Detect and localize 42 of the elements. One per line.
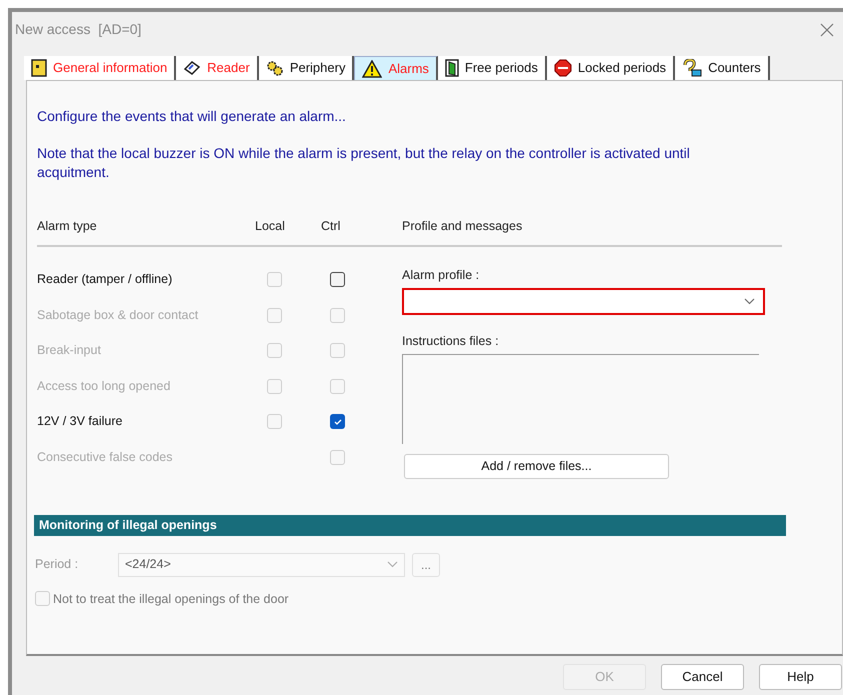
alarm-profile-dropdown[interactable] <box>402 288 765 315</box>
window-title: New access [AD=0] <box>15 20 142 39</box>
card-icon <box>183 59 202 77</box>
browse-button[interactable]: ... <box>412 552 440 576</box>
add-remove-files-button[interactable]: Add / remove files... <box>404 454 669 478</box>
column-header: Local <box>255 218 286 235</box>
alarm-type-label: Sabotage box & door contact <box>37 306 200 324</box>
gears-icon <box>266 59 284 77</box>
alarm-type-label: Access too long opened <box>37 378 172 395</box>
dialog-button[interactable]: Cancel <box>661 664 744 690</box>
dialog-button[interactable]: Help <box>759 664 842 690</box>
field-label: Period : <box>35 556 80 574</box>
note-text: Note that the local buzzer is ON while the alarm is present, but the relay on the controller is activated until acquitment. <box>37 144 691 182</box>
section-header: Monitoring of illegal openings <box>34 514 786 536</box>
field-label: Instructions files : <box>402 332 500 350</box>
intro-text: Configure the events that will generate an alarm... <box>37 107 347 126</box>
column-header: Alarm type <box>37 218 98 235</box>
tab[interactable]: Periphery <box>258 56 354 80</box>
field-label: Alarm profile : <box>402 267 480 284</box>
tab[interactable]: General information <box>24 56 176 80</box>
alarm-type-label: Reader (tamper / offline) <box>37 271 174 288</box>
tab[interactable]: Locked periods <box>546 56 676 80</box>
alarm-type-label: Break-input <box>37 342 102 360</box>
checkbox[interactable] <box>330 414 345 430</box>
counter-icon <box>682 59 702 77</box>
chevron-down-icon <box>744 298 755 305</box>
door-panel-icon <box>31 59 47 77</box>
period-dropdown[interactable]: <24/24> <box>118 552 405 576</box>
tab[interactable]: Reader <box>176 56 259 80</box>
column-header: Ctrl <box>320 218 342 235</box>
warning-icon <box>362 60 382 78</box>
chevron-down-icon <box>387 561 398 568</box>
alarm-type-label: Consecutive false codes <box>37 448 174 466</box>
tab[interactable]: Counters <box>675 56 770 80</box>
column-header: Profile and messages <box>402 218 522 235</box>
tab[interactable]: Free periods <box>438 56 547 80</box>
checkbox[interactable] <box>330 272 345 288</box>
checkbox-label: Not to treat the illegal openings of the door <box>53 590 289 608</box>
alarm-type-label: 12V / 3V failure <box>37 413 124 430</box>
checkmark-icon <box>332 416 342 427</box>
stop-sign-icon <box>554 59 572 77</box>
door-icon <box>444 59 459 77</box>
